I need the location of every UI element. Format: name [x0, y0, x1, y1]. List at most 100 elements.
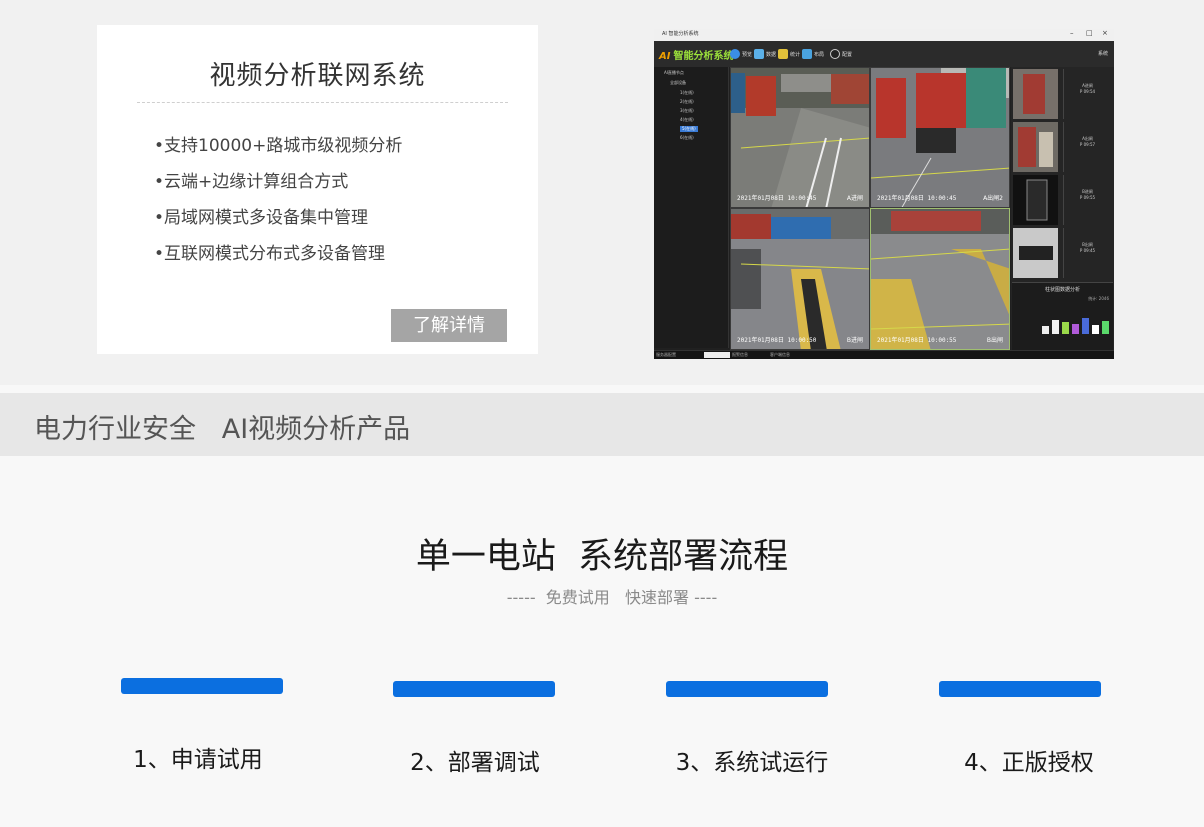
- step-bar: [666, 681, 828, 697]
- flow-title: 单一电站 系统部署流程: [415, 537, 789, 577]
- mini-chart-bar: [1052, 320, 1059, 334]
- tree-node: 3(在线): [680, 108, 694, 113]
- tree-node-selected: 5(在线): [680, 126, 698, 132]
- camera-scene: [731, 68, 869, 207]
- camera-view: 2021年01月08日 10:00:45 A进闸: [730, 67, 870, 208]
- toolbar-label: 布局: [814, 51, 825, 58]
- mini-chart-bar: [1082, 318, 1089, 334]
- app-titlebar: AI 智能分析系统 – □ ×: [654, 29, 1114, 41]
- card-title: 视频分析联网系统: [209, 61, 426, 91]
- thumbnail-scene: [1019, 246, 1053, 260]
- layout-icon: [802, 49, 812, 59]
- app-statusbar: 服务器配置 报警信息 客户端信息: [654, 350, 1114, 359]
- camera-label: B进闸: [846, 337, 863, 344]
- mini-chart-bar: [1102, 321, 1109, 334]
- app-window-title: AI 智能分析系统: [662, 31, 699, 37]
- capture-info: B出闸 P 09:45: [1063, 228, 1111, 278]
- toolbar-preview: 预览: [730, 47, 752, 61]
- mini-chart: 柱状图数据分析 统计: 2046: [1012, 282, 1113, 350]
- camera-view: 2021年01月08日 10:00:50 B进闸: [730, 208, 870, 350]
- mini-chart-bar: [1072, 324, 1079, 334]
- status-text: 报警信息: [732, 352, 748, 357]
- preview-icon: [730, 49, 740, 59]
- toolbar-label: 配置: [842, 51, 853, 58]
- camera-scene: [871, 209, 1009, 349]
- capture-thumbnail: [1013, 69, 1058, 119]
- thumbnail-scene: [1023, 74, 1045, 114]
- product-band: 电力行业安全 AI视频分析产品: [0, 393, 1204, 456]
- capture-info: A进闸 P 09:54: [1063, 69, 1111, 119]
- close-icon: ×: [1102, 29, 1108, 37]
- tree-node: 1(在线): [680, 90, 694, 95]
- mini-chart-bar: [1092, 325, 1099, 334]
- toolbar-label: 预览: [742, 51, 753, 58]
- data-icon: [754, 49, 764, 59]
- capture-thumbnail: [1013, 228, 1058, 278]
- flow-subtitle: ----- 免费试用 快速部署 ----: [506, 588, 718, 607]
- camera-scene: [871, 68, 1009, 207]
- camera-timestamp: 2021年01月08日 10:00:45: [737, 195, 817, 202]
- toolbar-layout: 布局: [802, 47, 824, 61]
- mini-chart-bar: [1062, 322, 1069, 334]
- device-tree: AI直播节点 全部设备 1(在线) 2(在线) 3(在线) 4(在线) 5(在线…: [654, 67, 729, 348]
- tree-node: AI直播节点: [664, 70, 684, 75]
- step-bar: [939, 681, 1101, 697]
- camera-timestamp: 2021年01月08日 10:00:45: [877, 195, 957, 202]
- feature-item: •互联网模式分布式多设备管理: [154, 244, 386, 264]
- product-screenshot: AI 智能分析系统 – □ × AI 智能分析系统 预览 数据 统计 布局 配置 …: [654, 29, 1114, 359]
- camera-view: 2021年01月08日 10:00:45 A出闸2: [870, 67, 1010, 208]
- app-brand-prefix: AI: [659, 51, 671, 62]
- capture-thumbnail: [1013, 175, 1058, 225]
- status-text: 服务器配置: [656, 352, 676, 357]
- step-bar: [393, 681, 555, 697]
- camera-label: B出闸: [986, 337, 1003, 344]
- camera-timestamp: 2021年01月08日 10:00:50: [737, 337, 817, 344]
- thumbnail-scene: [1026, 179, 1048, 221]
- toolbar-label: 数据: [766, 51, 777, 58]
- toolbar-stats: 统计: [778, 47, 800, 61]
- feature-item: •云端+边缘计算组合方式: [154, 172, 349, 192]
- step-label: 3、系统试运行: [675, 750, 829, 776]
- thumbnail-scene: [1018, 127, 1053, 167]
- status-text: 客户端信息: [770, 352, 790, 357]
- capture-thumbnail: [1013, 122, 1058, 172]
- toolbar-data: 数据: [754, 47, 776, 61]
- deployment-flow-section: 单一电站 系统部署流程 ----- 免费试用 快速部署 ---- 1、申请试用 …: [0, 462, 1204, 827]
- tree-node: 全部设备: [670, 80, 686, 85]
- step-label: 1、申请试用: [133, 747, 263, 773]
- app-exit: 系统: [1097, 51, 1108, 57]
- app-toolbar: AI 智能分析系统 预览 数据 统计 布局 配置 系统: [654, 41, 1114, 67]
- band-heading: 电力行业安全 AI视频分析产品: [34, 414, 411, 445]
- tree-node: 4(在线): [680, 117, 694, 122]
- capture-info: A出闸 P 09:57: [1063, 122, 1111, 172]
- tree-node: 6(在线): [680, 135, 694, 140]
- minimize-icon: –: [1070, 29, 1074, 37]
- page: 视频分析联网系统 •支持10000+路城市级视频分析 •云端+边缘计算组合方式 …: [0, 0, 1204, 827]
- capture-panel: A进闸 P 09:54 A出闸 P 09:57 B进闸 P 09:55 B出闸 …: [1011, 67, 1114, 350]
- camera-label: A出闸2: [983, 195, 1003, 202]
- status-input: [704, 352, 730, 358]
- feature-item: •支持10000+路城市级视频分析: [154, 136, 403, 156]
- camera-timestamp: 2021年01月08日 10:00:55: [877, 337, 957, 344]
- intro-card: 视频分析联网系统 •支持10000+路城市级视频分析 •云端+边缘计算组合方式 …: [97, 25, 538, 354]
- mini-chart-stat: 统计: 2046: [1088, 296, 1109, 301]
- tree-node: 2(在线): [680, 99, 694, 104]
- app-brand: AI 智能分析系统: [659, 47, 733, 62]
- card-divider: [137, 102, 508, 103]
- camera-view: 2021年01月08日 10:00:55 B出闸: [870, 208, 1010, 350]
- step-bar: [121, 678, 283, 694]
- step-label: 2、部署调试: [410, 750, 540, 776]
- camera-grid: 2021年01月08日 10:00:45 A进闸 2021年01月08日 10:…: [730, 67, 1010, 350]
- feature-item: •局域网模式多设备集中管理: [154, 208, 369, 228]
- config-icon: [830, 49, 840, 59]
- camera-scene: [731, 209, 869, 349]
- feature-list: •支持10000+路城市级视频分析 •云端+边缘计算组合方式 •局域网模式多设备…: [154, 133, 402, 277]
- mini-chart-bar: [1042, 326, 1049, 334]
- toolbar-config: 配置: [830, 47, 852, 61]
- capture-info: B进闸 P 09:55: [1063, 175, 1111, 225]
- stats-icon: [778, 49, 788, 59]
- mini-chart-title: 柱状图数据分析: [1044, 287, 1080, 293]
- learn-more-button[interactable]: 了解详情: [391, 309, 507, 342]
- product-showcase-section: 视频分析联网系统 •支持10000+路城市级视频分析 •云端+边缘计算组合方式 …: [0, 0, 1204, 385]
- camera-label: A进闸: [846, 195, 863, 202]
